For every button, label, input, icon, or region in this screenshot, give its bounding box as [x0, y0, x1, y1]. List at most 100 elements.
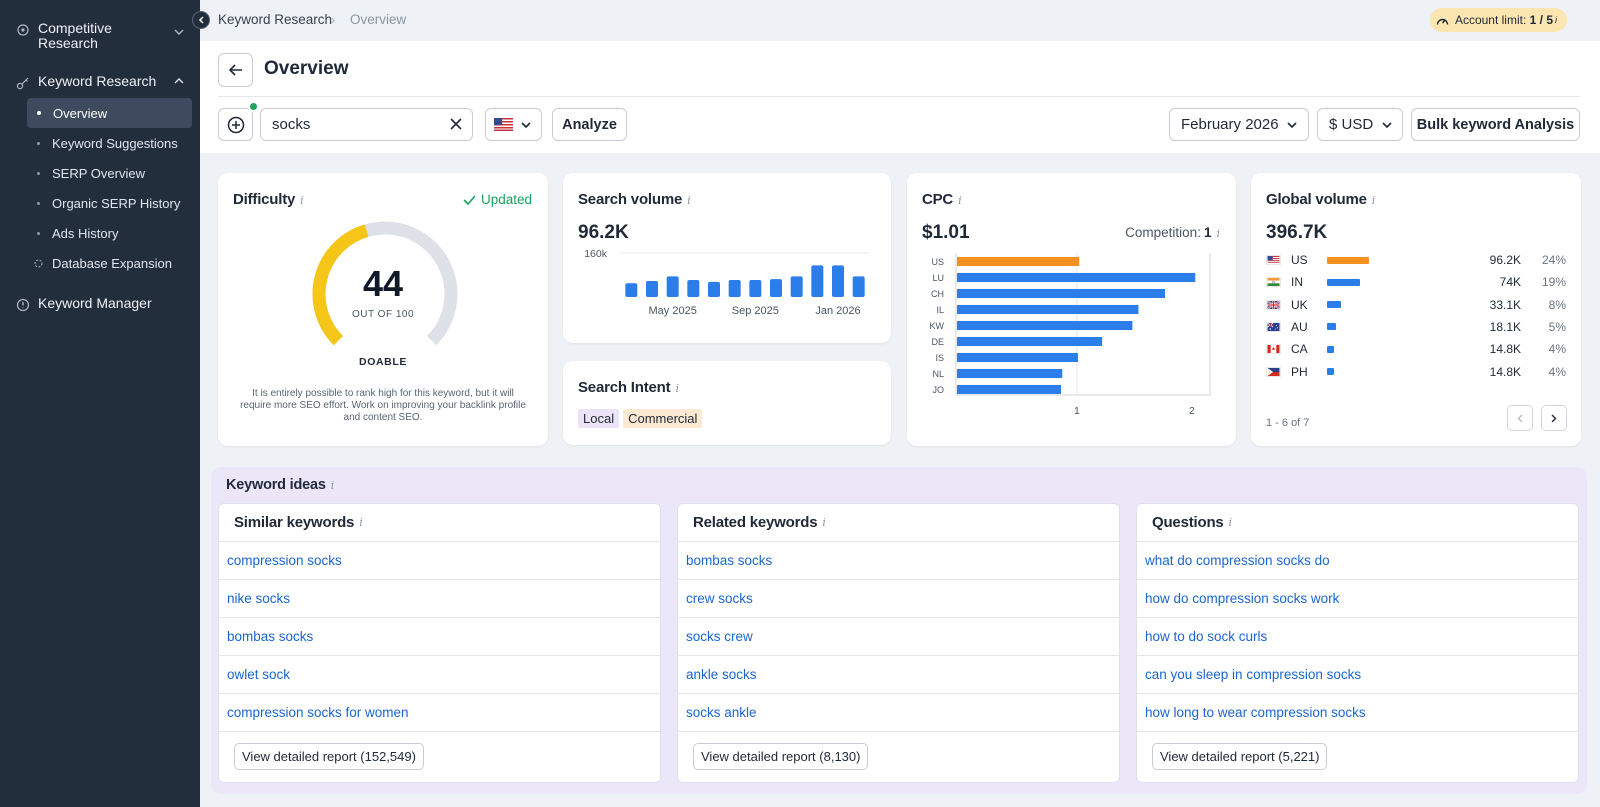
info-icon[interactable]: i [331, 479, 335, 492]
y-tick-label: DE [931, 337, 944, 347]
back-button[interactable] [218, 53, 253, 87]
difficulty-description: It is entirely possible to rank high for… [240, 388, 526, 423]
keyword-link[interactable]: how long to wear compression socks [1137, 694, 1578, 732]
cpc-title: CPC [922, 191, 954, 208]
card-title: CPC i [922, 191, 962, 208]
sidebar-item-database-expansion[interactable]: Database Expansion [27, 248, 192, 278]
volume-bar [687, 279, 700, 297]
keyword-link[interactable]: compression socks [219, 542, 660, 580]
add-keyword-button[interactable] [218, 108, 253, 141]
keyword-search-input[interactable]: socks [260, 108, 473, 141]
keyword-link[interactable]: owlet sock [219, 656, 660, 694]
chevron-down-icon [1382, 121, 1392, 128]
info-icon[interactable]: i [359, 516, 363, 529]
info-icon[interactable]: i [822, 516, 826, 529]
keyword-link[interactable]: socks crew [678, 618, 1119, 656]
bullet-icon [37, 201, 40, 205]
sidebar-item-label: SERP Overview [52, 165, 145, 181]
bullet-icon [37, 231, 40, 235]
keyword-link[interactable]: bombas socks [219, 618, 660, 656]
info-icon[interactable]: i [958, 194, 962, 207]
chevron-down-icon [1287, 121, 1297, 128]
keyword-link[interactable]: socks ankle [678, 694, 1119, 732]
country-select[interactable]: US [485, 108, 542, 141]
sidebar-item-keyword-suggestions[interactable]: Keyword Suggestions [27, 128, 192, 158]
keyword-link[interactable]: ankle socks [678, 656, 1119, 694]
y-tick-label: US [931, 257, 944, 267]
questions-title: Questions [1152, 514, 1224, 531]
volume-share-bar [1327, 301, 1341, 309]
info-icon[interactable]: i [1555, 15, 1557, 25]
keyword-link[interactable]: compression socks for women [219, 694, 660, 732]
prev-page-button[interactable] [1507, 405, 1533, 431]
bulk-keyword-analysis-button[interactable]: Bulk keyword Analysis [1411, 108, 1580, 141]
month-select[interactable]: February 2026 [1169, 108, 1309, 141]
sidebar-item-overview[interactable]: Overview [27, 98, 192, 128]
country-code: IN [1291, 275, 1303, 290]
volume-share-bar [1327, 368, 1334, 375]
info-icon[interactable]: i [687, 194, 691, 207]
cpc-bar [957, 289, 1166, 298]
volume-bar [770, 279, 782, 297]
y-tick-label: IL [936, 305, 944, 315]
info-icon[interactable]: i [300, 194, 304, 207]
sidebar-section-keyword-manager[interactable]: Keyword Manager [0, 296, 200, 312]
x-tick-label: 2 [1189, 405, 1195, 417]
sidebar-section-competitive-research[interactable]: Competitive Research [0, 21, 200, 51]
sidebar-item-organic-serp-history[interactable]: Organic SERP History [27, 188, 192, 218]
volume-share-bar [1327, 345, 1334, 353]
sidebar-section-keyword-research[interactable]: Keyword Research [0, 74, 200, 90]
cpc-value: $1.01 [922, 222, 970, 243]
search-volume-value: 96.2K [578, 222, 629, 243]
account-limit-value: 1 / 5 [1529, 13, 1553, 27]
keyword-link[interactable]: how do compression socks work [1137, 580, 1578, 618]
analyze-button[interactable]: Analyze [552, 108, 627, 141]
chevron-down-icon[interactable] [174, 29, 184, 35]
keyword-link[interactable]: how to do sock curls [1137, 618, 1578, 656]
chevron-up-icon[interactable] [174, 78, 184, 84]
view-detailed-report-button[interactable]: View detailed report (152,549) [234, 743, 424, 770]
keyword-ideas-title: Keyword ideas i [226, 477, 334, 493]
country-volume: 18.1K [1489, 319, 1521, 334]
next-page-button[interactable] [1541, 405, 1567, 431]
bullet-icon [37, 171, 40, 175]
x-tick-label: Jan 2026 [815, 305, 860, 317]
y-tick-label: KW [930, 321, 945, 331]
country-volume: 14.8K [1489, 342, 1521, 357]
us-flag-icon [1266, 255, 1281, 265]
info-icon[interactable]: i [1229, 516, 1233, 529]
card-title: Search volume i [578, 191, 691, 208]
keyword-link[interactable]: crew socks [678, 580, 1119, 618]
keyword-link[interactable]: nike socks [219, 580, 660, 618]
sidebar: Competitive Research Keyword Research Ov… [0, 0, 200, 807]
clear-icon[interactable] [450, 118, 462, 130]
cpc-bar [957, 353, 1078, 362]
page-header: Overview socks US Analyze February 2026 … [200, 41, 1600, 153]
updated-status: Updated [463, 192, 532, 207]
arrow-left-icon [228, 64, 242, 76]
breadcrumb-root[interactable]: Keyword Research [218, 12, 332, 27]
view-detailed-report-button[interactable]: View detailed report (8,130) [693, 743, 869, 770]
view-detailed-report-button[interactable]: View detailed report (5,221) [1152, 743, 1328, 770]
sidebar-item-label: Organic SERP History [52, 195, 181, 211]
account-limit-badge[interactable]: Account limit: 1 / 5i [1429, 8, 1567, 32]
info-icon[interactable]: i [675, 382, 679, 395]
keyword-link[interactable]: what do compression socks do [1137, 542, 1578, 580]
cpc-bar [957, 305, 1139, 314]
volume-bar [728, 279, 741, 297]
cpc-bar [957, 385, 1062, 394]
keyword-link[interactable]: bombas socks [678, 542, 1119, 580]
currency-select[interactable]: $ USD [1317, 108, 1403, 141]
sidebar-section-label: Keyword Research [38, 73, 157, 89]
info-icon[interactable]: i [1372, 194, 1376, 207]
collapse-sidebar-button[interactable] [192, 11, 210, 29]
keyword-link[interactable]: can you sleep in compression socks [1137, 656, 1578, 694]
info-icon[interactable]: i [1216, 227, 1220, 240]
sidebar-item-serp-overview[interactable]: SERP Overview [27, 158, 192, 188]
y-tick-label: NL [932, 369, 944, 379]
search-intent-title: Search Intent [578, 379, 671, 396]
cpc-bar [957, 321, 1133, 330]
sidebar-item-ads-history[interactable]: Ads History [27, 218, 192, 248]
global-volume-row: CA 14.8K 4% [1266, 339, 1566, 359]
column-header: Questions i [1137, 504, 1578, 542]
